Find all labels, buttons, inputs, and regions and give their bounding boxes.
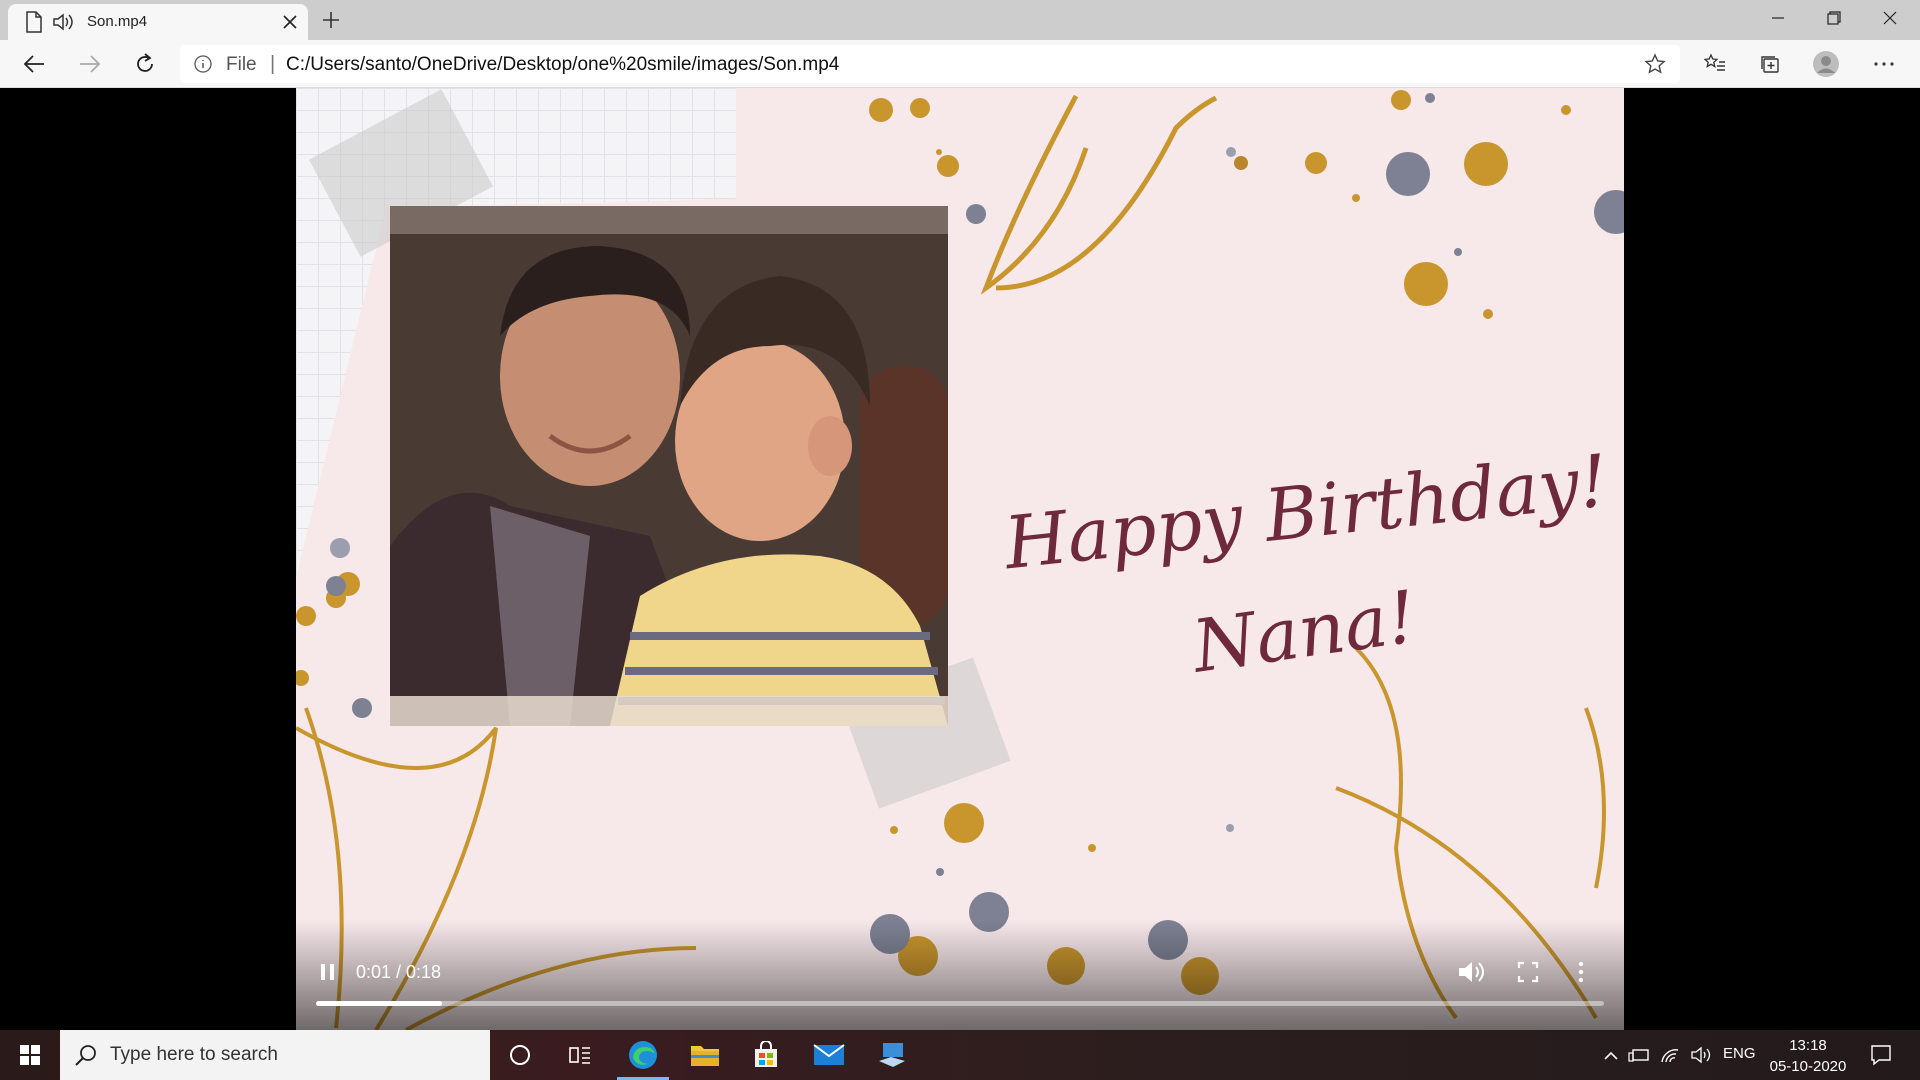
edge-icon[interactable] [613,1030,673,1080]
controls-overlay [296,920,1624,1030]
page-content: Happy Birthday! Nana! 0:01 / 0:18 [0,88,1920,1030]
profile-avatar-icon[interactable] [1808,47,1844,81]
more-options-icon[interactable] [1866,47,1902,81]
document-icon [24,11,44,33]
browser-toolbar: File | C:/Users/santo/OneDrive/Desktop/o… [0,40,1920,88]
video-player[interactable]: Happy Birthday! Nana! 0:01 / 0:18 [296,88,1624,1030]
refresh-button[interactable] [127,47,163,81]
system-clock[interactable]: 13:18 05-10-2020 [1766,1035,1850,1077]
greeting-line-1: Happy Birthday! [999,448,1612,585]
store-icon[interactable] [736,1030,796,1080]
forward-button[interactable] [72,47,108,81]
greeting-line-2: Nana! [1186,574,1422,689]
info-icon[interactable] [194,55,212,73]
favorite-star-icon[interactable] [1644,53,1666,75]
taskbar-search-box[interactable]: Type here to search [60,1030,490,1080]
search-icon [74,1043,98,1067]
close-window-button[interactable] [1862,0,1918,36]
action-center-icon[interactable] [1866,1040,1896,1070]
address-bar[interactable]: File | C:/Users/santo/OneDrive/Desktop/o… [180,45,1680,83]
clock-time: 13:18 [1789,1037,1827,1054]
url-text[interactable]: C:/Users/santo/OneDrive/Desktop/one%20sm… [286,54,839,76]
birthday-greeting: Happy Birthday! Nana! [999,448,1612,689]
file-explorer-icon[interactable] [675,1030,735,1080]
time-display: 0:01 / 0:18 [356,962,442,982]
new-tab-button[interactable] [316,6,346,34]
scheme-separator: | [270,53,276,75]
minimize-button[interactable] [1750,0,1806,36]
search-placeholder: Type here to search [110,1044,278,1065]
network-app-icon[interactable] [862,1030,922,1080]
pause-button[interactable] [314,958,342,986]
clock-date: 05-10-2020 [1769,1058,1847,1075]
windows-start-icon[interactable] [0,1030,60,1080]
progress-bar[interactable] [316,1001,1604,1006]
player-more-options-icon[interactable] [1574,958,1588,986]
wifi-icon[interactable] [1659,1044,1681,1066]
input-language[interactable]: ENG [1723,1045,1756,1062]
tab-title: Son.mp4 [87,13,148,30]
close-tab-icon[interactable] [278,10,302,34]
restore-button[interactable] [1806,0,1862,36]
back-button[interactable] [16,47,52,81]
cortana-icon[interactable] [490,1030,550,1080]
tab-audio-icon[interactable] [52,11,76,33]
father-son-photo [390,206,948,726]
tab-son-mp4[interactable]: Son.mp4 [8,4,308,40]
tab-strip: Son.mp4 [0,0,1920,40]
progress-fill [316,1001,443,1006]
fullscreen-icon[interactable] [1514,958,1542,986]
file-scheme-label: File [226,54,257,75]
mail-icon[interactable] [799,1030,859,1080]
collections-icon[interactable] [1752,47,1788,81]
task-view-icon[interactable] [550,1030,610,1080]
favorites-list-icon[interactable] [1697,47,1733,81]
show-hidden-icons-icon[interactable] [1600,1044,1622,1066]
speaker-icon[interactable] [1690,1044,1712,1066]
volume-icon[interactable] [1456,958,1486,986]
battery-icon[interactable] [1628,1044,1650,1066]
taskbar: Type here to search ENG 13:18 05-10-2020 [0,1030,1920,1080]
